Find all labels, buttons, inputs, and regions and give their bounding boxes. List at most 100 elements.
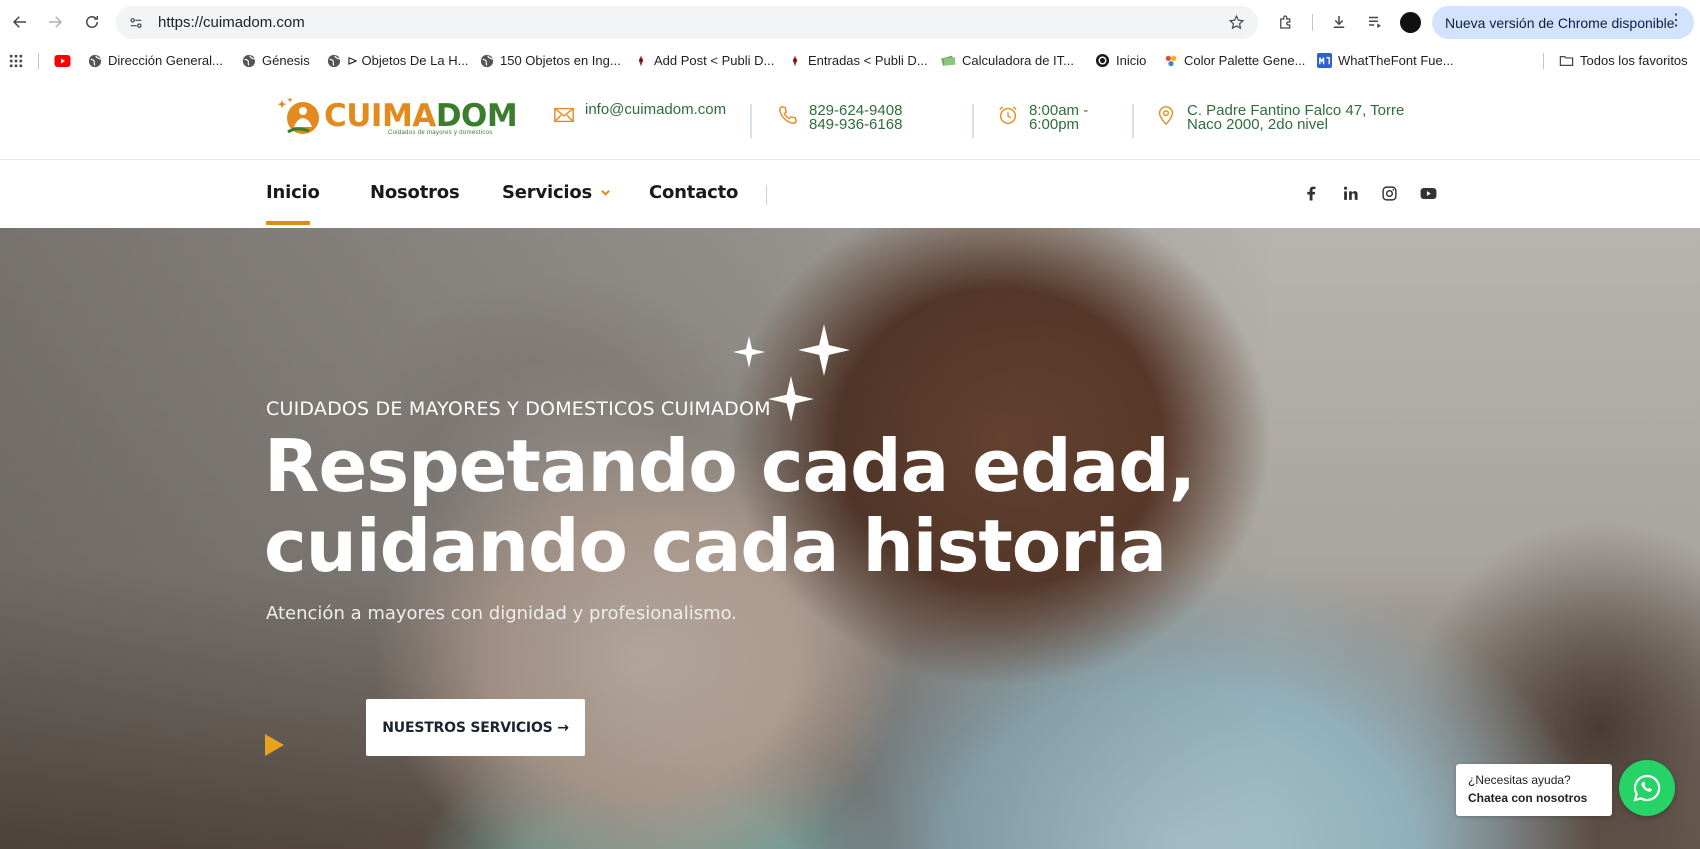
bookmark-item[interactable]: Color Palette Gene... <box>1163 51 1305 70</box>
bookmark-label: 150 Objetos en Ing... <box>500 53 621 68</box>
chat-prompt[interactable]: ¿Necesitas ayuda? Chatea con nosotros <box>1456 764 1612 816</box>
nav-divider <box>766 185 767 205</box>
nav-contacto[interactable]: Contacto <box>649 182 738 203</box>
bookmark-item[interactable]: Add Post < Publi D... <box>633 51 774 70</box>
extensions-button[interactable] <box>1268 4 1304 40</box>
folder-icon <box>1559 53 1574 68</box>
hero-subtitle: Atención a mayores con dignidad y profes… <box>266 603 738 624</box>
site-settings-icon[interactable] <box>120 15 152 31</box>
bookmark-item[interactable]: Génesis <box>241 51 310 70</box>
nav-servicios[interactable]: Servicios <box>502 182 611 203</box>
bookmark-item[interactable]: Dirección General... <box>87 51 223 70</box>
services-cta-button[interactable]: NUESTROS SERVICIOS → <box>366 699 585 756</box>
puzzle-icon <box>1280 15 1291 29</box>
arrow-right-icon <box>49 16 63 28</box>
profile-avatar[interactable] <box>1400 12 1421 33</box>
hero-title: Respetando cada edad, cuidando cada hist… <box>264 426 1264 586</box>
globe-icon <box>326 53 341 68</box>
phone-icon <box>777 104 799 126</box>
bookmark-label: Color Palette Gene... <box>1184 53 1306 68</box>
contact-phone[interactable]: 829-624-9408 849-936-6168 <box>777 103 902 132</box>
phone-number[interactable]: 849-936-6168 <box>809 117 902 132</box>
map-pin-icon <box>1155 104 1177 126</box>
site-icon <box>633 53 648 68</box>
contact-divider <box>750 104 752 138</box>
nav-nosotros[interactable]: Nosotros <box>370 182 460 203</box>
browser-toolbar: https://cuimadom.com Nueva versión de Ch… <box>0 0 1700 44</box>
bookmark-label: Add Post < Publi D... <box>654 53 775 68</box>
hero-kicker: CUIDADOS DE MAYORES Y DOMESTICOS CUIMADO… <box>266 398 771 420</box>
all-bookmarks-folder[interactable]: Todos los favoritos <box>1559 51 1688 70</box>
bookmark-item[interactable]: 150 Objetos en Ing... <box>479 51 621 70</box>
instagram-icon[interactable] <box>1379 183 1399 203</box>
bookmark-label: Génesis <box>262 53 310 68</box>
url-text[interactable]: https://cuimadom.com <box>158 14 1220 31</box>
youtube-icon[interactable] <box>1418 183 1438 203</box>
contact-address[interactable]: C. Padre Fantino Falco 47, Torre Naco 20… <box>1155 103 1404 132</box>
reload-button[interactable] <box>74 4 110 40</box>
site-topbar: CUIMADOM Cuidados de mayores y doméstico… <box>0 76 1700 160</box>
chat-prompt-line: ¿Necesitas ayuda? <box>1468 773 1571 787</box>
address-bar[interactable]: https://cuimadom.com <box>116 6 1258 39</box>
downloads-button[interactable] <box>1321 4 1357 40</box>
circle-icon <box>1095 53 1110 68</box>
money-icon <box>941 53 956 68</box>
whatsapp-icon <box>1633 774 1661 802</box>
palette-icon <box>1163 53 1178 68</box>
site-icon <box>787 53 802 68</box>
update-label: Nueva versión de Chrome disponible <box>1445 14 1675 31</box>
chevron-down-icon <box>601 189 611 196</box>
more-menu-icon[interactable]: ⋮ <box>1668 13 1684 29</box>
bookmarks-divider <box>38 53 39 69</box>
hero-title-line: cuidando cada historia <box>264 504 1167 588</box>
bookmark-label: Dirección General... <box>108 53 223 68</box>
bookmark-label: Inicio <box>1116 53 1147 68</box>
nav-active-indicator <box>266 221 310 225</box>
site-logo[interactable]: CUIMADOM Cuidados de mayores y doméstico… <box>276 96 518 136</box>
hero-title-line: Respetando cada edad, <box>264 424 1196 508</box>
logo-wordmark: CUIMADOM <box>324 98 518 134</box>
bookmark-label: WhatTheFont Fue... <box>1338 53 1454 68</box>
bookmark-label: ⊳ Objetos De La H... <box>347 52 469 68</box>
apps-icon[interactable] <box>9 51 23 70</box>
globe-icon <box>479 53 494 68</box>
arrow-left-icon <box>12 16 26 28</box>
bookmark-item[interactable]: Calculadora de IT... <box>941 51 1074 70</box>
contact-divider <box>972 104 974 138</box>
contact-email[interactable]: info@cuimadom.com <box>553 102 726 126</box>
play-icon[interactable] <box>265 734 284 756</box>
bookmark-item[interactable]: Entradas < Publi D... <box>787 51 928 70</box>
bookmark-item[interactable]: Inicio <box>1095 51 1146 70</box>
nav-servicios-label: Servicios <box>502 182 593 203</box>
hours-text: 6:00pm <box>1029 116 1080 133</box>
chrome-update-button[interactable]: Nueva versión de Chrome disponible ⋮ <box>1432 6 1694 39</box>
facebook-icon[interactable] <box>1301 183 1321 203</box>
youtube-bookmark-icon[interactable] <box>54 51 71 70</box>
linkedin-icon[interactable] <box>1340 183 1360 203</box>
globe-icon <box>87 53 102 68</box>
bookmarks-divider <box>1543 53 1544 69</box>
toolbar-divider <box>1312 14 1313 31</box>
nav-inicio[interactable]: Inicio <box>266 182 320 203</box>
bookmark-label: Entradas < Publi D... <box>808 53 928 68</box>
sparkle-icon <box>768 376 814 422</box>
email-text[interactable]: info@cuimadom.com <box>585 102 726 117</box>
alarm-clock-icon <box>997 104 1019 126</box>
font-icon <box>1317 53 1332 68</box>
logo-icon <box>276 96 322 136</box>
bookmark-item[interactable]: ⊳ Objetos De La H... <box>326 51 468 70</box>
bookmark-star-icon[interactable] <box>1220 14 1252 31</box>
whatsapp-button[interactable] <box>1619 760 1675 816</box>
envelope-icon <box>553 104 575 126</box>
media-button[interactable] <box>1357 4 1393 40</box>
contact-divider <box>1132 104 1134 138</box>
back-button[interactable] <box>2 4 38 40</box>
playlist-icon <box>1369 16 1381 28</box>
globe-icon <box>241 53 256 68</box>
download-icon <box>1333 16 1345 28</box>
forward-button[interactable] <box>37 4 73 40</box>
hero-section: CUIDADOS DE MAYORES Y DOMESTICOS CUIMADO… <box>0 228 1700 849</box>
sparkle-icon <box>798 324 850 376</box>
bookmark-item[interactable]: WhatTheFont Fue... <box>1317 51 1454 70</box>
contact-hours: 8:00am - 6:00pm <box>997 103 1088 133</box>
